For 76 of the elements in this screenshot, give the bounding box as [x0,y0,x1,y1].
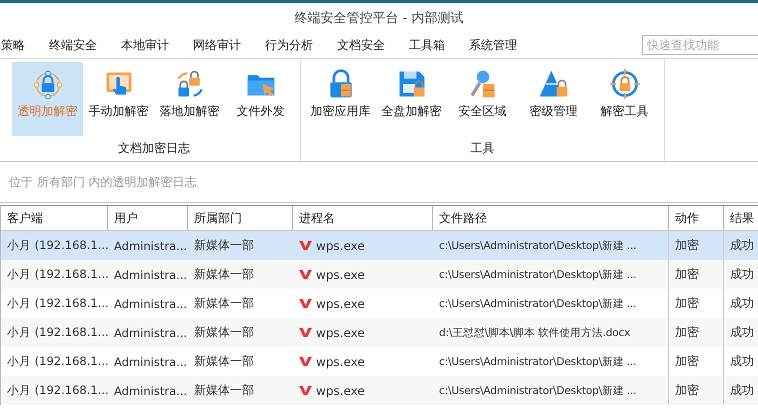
table-cell: 新媒体一部 [194,266,254,283]
table-cell: 加密 [675,295,699,312]
menu-item[interactable]: 网络审计 [181,36,253,54]
table-cell: wps.exe [316,268,365,282]
window-title: 终端安全管控平台 - 内部测试 [294,10,464,26]
ribbon-button[interactable]: 密级管理 [518,62,589,136]
table-cell: c:\Users\Administrator\Desktop\新建 ... [439,296,636,310]
column-header[interactable]: 进程名 [293,206,433,230]
column-header[interactable]: 结果 [724,206,758,230]
table-row[interactable]: 小月 (192.168.1... Administra... 新媒体一部 wps.exe c:\Users\Administrator\Desktop\新建 ... 加密 成功 [1,231,758,260]
table-cell: 成功 [730,324,754,341]
table-cell: 新媒体一部 [194,237,254,254]
menu-item[interactable]: 本地审计 [109,36,181,54]
table-cell: Administra... [114,326,188,340]
menu-item[interactable]: 文档安全 [325,36,397,54]
ribbon-button[interactable]: 文件外发 [225,62,296,136]
group-label: 文档加密日志 [118,140,190,157]
table-cell: wps.exe [316,296,365,310]
table-cell: c:\Users\Administrator\Desktop\新建 ... [439,238,636,252]
table-cell: wps.exe [316,354,365,368]
table-cell: Administra... [114,384,188,398]
table-cell: 新媒体一部 [194,353,254,370]
table-cell: 小月 (192.168.1... [7,354,108,369]
table-cell: 小月 (192.168.1... [7,383,108,398]
table-cell: 加密 [675,353,699,370]
table-cell: 小月 (192.168.1... [7,238,108,253]
table-cell: 加密 [675,324,699,341]
table-cell: 成功 [730,295,754,312]
table-row[interactable]: 小月 (192.168.1... Administra... 新媒体一部 wps.exe c:\Users\Administrator\Desktop\新建 ... 加密 成功 [1,376,758,405]
target-lock-icon [608,68,640,100]
ribbon-button[interactable]: 安全区域 [447,62,518,136]
group-label: 工具 [470,140,494,157]
column-header[interactable]: 客户端 [1,206,108,230]
ribbon-button[interactable]: 解密工具 [589,62,660,136]
table-cell: Administra... [114,268,188,282]
table-cell: Administra... [114,354,188,368]
table-cell: 成功 [730,382,754,399]
table-row[interactable]: 小月 (192.168.1... Administra... 新媒体一部 wps.exe c:\Users\Administrator\Desktop\新建 ... 加密 成功 [1,260,758,289]
ribbon-button[interactable]: 手动加解密 [83,62,154,136]
column-header[interactable]: 文件路径 [433,206,669,230]
column-header[interactable]: 动作 [669,206,724,230]
table-row[interactable]: 小月 (192.168.1... Administra... 新媒体一部 wps.exe d:\王怼怼\脚本\脚本 软件使用方法.docx 加密 成功 [1,318,758,347]
table-cell: c:\Users\Administrator\Desktop\新建 ... [439,354,636,368]
menu-item[interactable]: 终端安全 [37,36,109,54]
search-field[interactable]: 快速查找功能 [642,35,758,55]
table-cell: Administra... [114,296,188,310]
table-cell: 成功 [730,266,754,283]
table-cell: 加密 [675,382,699,399]
table-cell: 小月 (192.168.1... [7,267,108,282]
menu-item[interactable]: 工具箱 [397,36,457,54]
table-cell: d:\王怼怼\脚本\脚本 软件使用方法.docx [439,326,630,340]
lock-ring-icon [32,68,64,100]
menu-item[interactable]: 系统管理 [457,36,529,54]
table-cell: 成功 [730,237,754,254]
table-cell: wps.exe [316,384,365,398]
table-cell: 加密 [675,237,699,254]
menu-item[interactable]: 行为分析 [253,36,325,54]
table-cell: 新媒体一部 [194,382,254,399]
table-cell: 小月 (192.168.1... [7,325,108,340]
ribbon-button[interactable]: 加密应用库 [305,62,376,136]
menu-item[interactable]: 策略 [1,36,37,54]
ribbon-button[interactable]: 全盘加解密 [376,62,447,136]
table-cell: c:\Users\Administrator\Desktop\新建 ... [439,268,636,282]
table-cell: 加密 [675,266,699,283]
table-cell: 成功 [730,353,754,370]
table-cell: 新媒体一部 [194,324,254,341]
table-cell: 新媒体一部 [194,295,254,312]
table-cell: wps.exe [316,326,365,340]
column-header[interactable]: 用户 [108,206,188,230]
breadcrumb-text: 位于 所有部门 内的透明加解密日志 [9,174,197,190]
table-cell: wps.exe [316,238,365,252]
table-cell: 小月 (192.168.1... [7,296,108,311]
table-cell: c:\Users\Administrator\Desktop\新建 ... [439,384,636,398]
table-cell: Administra... [114,238,188,252]
ribbon-button[interactable]: 落地加解密 [154,62,225,136]
column-header[interactable]: 所属部门 [188,206,293,230]
